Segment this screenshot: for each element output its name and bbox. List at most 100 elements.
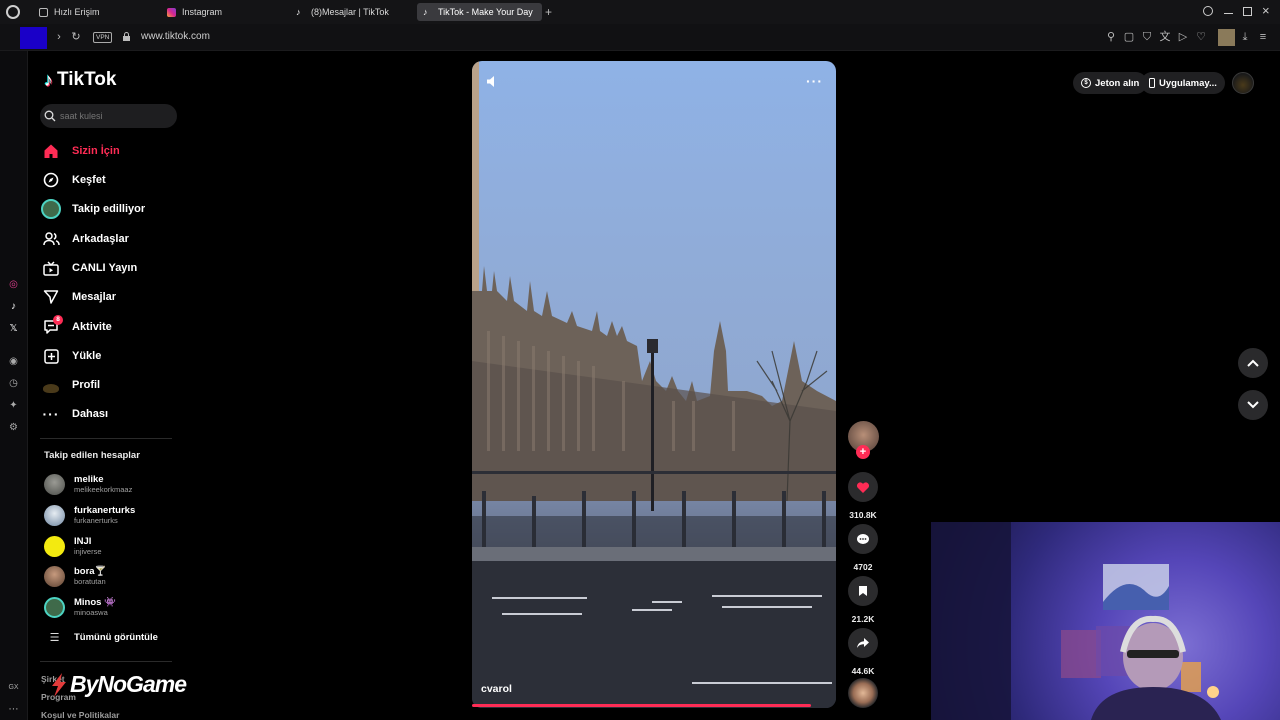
account-username: minoaswa bbox=[74, 608, 108, 617]
nav-messages[interactable]: Mesajlar bbox=[40, 284, 180, 310]
watermark-text: ByNoGame bbox=[70, 671, 187, 697]
download-icon[interactable]: ⤓ bbox=[1239, 31, 1251, 43]
instagram-icon[interactable]: ◎ bbox=[7, 278, 20, 291]
tiktok-logo[interactable]: ♪ TikTok bbox=[44, 69, 116, 91]
nav-following[interactable]: Takip edilliyor bbox=[40, 196, 180, 222]
brand-name: TikTok bbox=[57, 69, 117, 90]
heart-icon[interactable]: ♡ bbox=[1195, 31, 1207, 43]
player-icon[interactable]: ◉ bbox=[7, 355, 20, 368]
following-account-furkanerturks[interactable]: furkanerturks furkanerturks bbox=[44, 501, 194, 529]
follow-plus-icon[interactable]: + bbox=[856, 445, 870, 459]
friends-icon bbox=[40, 228, 62, 250]
nav-friends[interactable]: Arkadaşlar bbox=[40, 226, 180, 252]
snapshot-icon[interactable]: ▢ bbox=[1123, 31, 1135, 43]
footer-terms-link[interactable]: Koşul ve Politikalar bbox=[41, 710, 119, 720]
player-icon[interactable]: ▷ bbox=[1177, 31, 1189, 43]
sound-disc-button[interactable] bbox=[846, 678, 880, 708]
share-arrow-icon bbox=[848, 628, 878, 658]
live-tv-icon bbox=[40, 257, 62, 279]
get-app-button[interactable]: Uygulamay... bbox=[1141, 72, 1225, 94]
profile-square-icon[interactable] bbox=[20, 27, 47, 49]
save-button[interactable]: 21.2K bbox=[846, 576, 880, 624]
more-icon[interactable]: ⋯ bbox=[7, 703, 20, 716]
vpn-badge[interactable]: VPN bbox=[93, 32, 113, 43]
activity-badge: 8 bbox=[53, 315, 63, 325]
extensions-icon[interactable]: ✦ bbox=[7, 399, 20, 412]
see-all-following-button[interactable]: ☰ Tümünü görüntüle bbox=[44, 623, 194, 651]
opera-menu-icon[interactable] bbox=[6, 5, 20, 19]
nav-label: Sizin İçin bbox=[72, 145, 120, 157]
video-progress-bar[interactable] bbox=[472, 704, 811, 707]
sound-icon[interactable] bbox=[486, 75, 500, 89]
address-bar: › VPN ↻ www.tiktok.com ⚲ ▢ ⛉ 文 ▷ ♡ ⤓ ≡ bbox=[0, 24, 1280, 51]
history-icon[interactable]: ◷ bbox=[7, 377, 20, 390]
minimize-icon[interactable] bbox=[1224, 13, 1233, 14]
lock-icon bbox=[120, 31, 132, 43]
nav-label: CANLI Yayın bbox=[72, 262, 138, 274]
comment-count: 4702 bbox=[853, 562, 873, 572]
nav-label: Takip edilliyor bbox=[72, 203, 146, 215]
search-box[interactable] bbox=[40, 104, 177, 128]
user-avatar[interactable] bbox=[1232, 72, 1254, 94]
account-name: melike bbox=[74, 474, 104, 485]
restore-icon[interactable] bbox=[1243, 7, 1252, 16]
home-icon bbox=[40, 140, 62, 162]
bookmark-icon bbox=[848, 576, 878, 606]
nav-explore[interactable]: Keşfet bbox=[40, 167, 180, 193]
tiktok-note-icon: ♪ bbox=[44, 69, 53, 90]
video-player[interactable]: ··· cvarol bbox=[472, 61, 836, 708]
following-account-inji[interactable]: INJI injiverse bbox=[44, 532, 194, 560]
close-window-icon[interactable]: × bbox=[1262, 3, 1270, 18]
shield-icon[interactable]: ⛉ bbox=[1141, 31, 1153, 43]
following-account-melike[interactable]: melike melikeekorkmaaz bbox=[44, 470, 194, 498]
nav-label: Mesajlar bbox=[72, 291, 117, 303]
account-name: bora🍸 bbox=[74, 566, 107, 577]
menu-icon[interactable]: ≡ bbox=[1257, 31, 1269, 43]
nav-for-you[interactable]: Sizin İçin bbox=[40, 138, 180, 164]
tab-label: Hızlı Erişim bbox=[54, 7, 100, 17]
webcam-scene bbox=[931, 522, 1221, 720]
search-tabs-icon[interactable] bbox=[1203, 6, 1213, 16]
music-disc-icon bbox=[848, 678, 878, 708]
get-coins-button[interactable]: $ Jeton alın bbox=[1073, 72, 1148, 94]
nav-live[interactable]: CANLI Yayın bbox=[40, 255, 180, 281]
comment-icon bbox=[848, 524, 878, 554]
chevron-down-icon bbox=[1247, 401, 1259, 409]
tab-instagram[interactable]: Instagram bbox=[161, 3, 281, 21]
share-button[interactable]: 44.6K bbox=[846, 628, 880, 676]
x-twitter-icon[interactable]: 𝕏 bbox=[7, 322, 20, 335]
nav-profile[interactable]: Profil bbox=[40, 372, 180, 398]
profile-avatar-icon[interactable] bbox=[1218, 29, 1235, 46]
video-author[interactable]: cvarol bbox=[481, 683, 512, 695]
pin-icon[interactable]: ⚲ bbox=[1105, 31, 1117, 43]
url-text[interactable]: www.tiktok.com bbox=[141, 31, 210, 42]
tab-tiktok-make-your-day[interactable]: ♪ TikTok - Make Your Day bbox=[417, 3, 542, 21]
compass-icon bbox=[40, 169, 62, 191]
nav-activity[interactable]: 8 Aktivite bbox=[40, 314, 180, 340]
forward-icon[interactable]: › bbox=[53, 31, 65, 43]
new-tab-icon[interactable]: + bbox=[545, 5, 552, 19]
tab-label: Instagram bbox=[182, 7, 223, 17]
tab-quick-access[interactable]: Hızlı Erişim bbox=[33, 3, 153, 21]
gx-icon[interactable]: GX bbox=[7, 681, 20, 694]
following-account-minos[interactable]: Minos 👾 minoaswa bbox=[44, 593, 194, 621]
creator-avatar-button[interactable]: + bbox=[846, 421, 880, 459]
tab-tiktok-messages[interactable]: ♪ (8)Mesajlar | TikTok bbox=[290, 3, 410, 21]
bynogame-logo-icon bbox=[52, 672, 66, 697]
next-video-button[interactable] bbox=[1238, 390, 1268, 420]
nav-upload[interactable]: Yükle bbox=[40, 343, 180, 369]
like-button[interactable]: 310.8K bbox=[846, 472, 880, 520]
footer-divider bbox=[40, 661, 172, 662]
search-input[interactable] bbox=[60, 111, 170, 121]
bynogame-watermark: ByNoGame bbox=[48, 671, 187, 698]
comment-button[interactable]: 4702 bbox=[846, 524, 880, 572]
nav-more[interactable]: ··· Dahası bbox=[40, 401, 180, 427]
settings-icon[interactable]: ⚙ bbox=[7, 421, 20, 434]
reload-icon[interactable]: ↻ bbox=[70, 31, 82, 43]
like-count: 310.8K bbox=[849, 510, 877, 520]
following-account-bora[interactable]: bora🍸 boratutan bbox=[44, 562, 194, 590]
more-options-icon[interactable]: ··· bbox=[806, 73, 823, 89]
previous-video-button[interactable] bbox=[1238, 348, 1268, 378]
tiktok-icon[interactable]: ♪ bbox=[7, 300, 20, 313]
translate-icon[interactable]: 文 bbox=[1159, 31, 1171, 43]
